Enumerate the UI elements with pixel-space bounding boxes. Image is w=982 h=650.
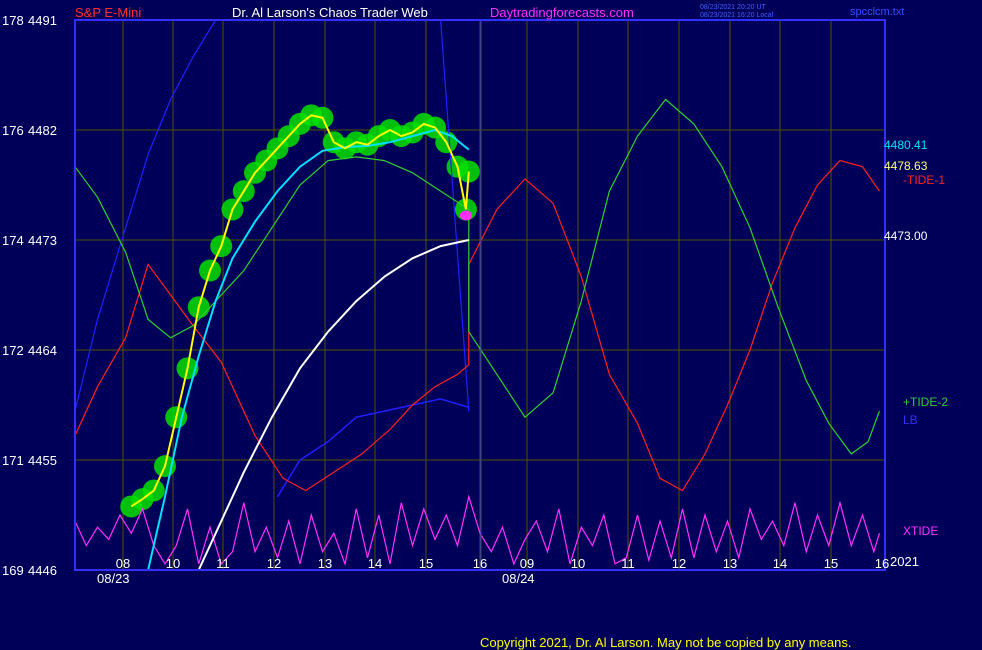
y-tick-price: 4446: [28, 563, 57, 578]
site-title: Dr. Al Larson's Chaos Trader Web: [232, 5, 428, 20]
y-tick-index: 171: [2, 453, 24, 468]
last-price-label: 4478.63: [884, 159, 928, 173]
x-tick-label: 13: [318, 556, 332, 571]
instrument-title: S&P E-Mini: [75, 5, 141, 20]
x-tick-label: 09: [520, 556, 534, 571]
y-axis-ticks: 178 4491 176 4482 174 4473 172 4464 171 4455 169 44…: [2, 13, 57, 578]
x-tick-label: 12: [267, 556, 281, 571]
y-tick-index: 172: [2, 343, 24, 358]
x-tick-label: 15: [824, 556, 838, 571]
year-label: 2021: [890, 554, 919, 569]
x-tick-label: 15: [419, 556, 433, 571]
x-tick-label: 10: [571, 556, 585, 571]
timestamp-2: 08/23/2021 16:20 Local: [700, 12, 774, 19]
x-tick-label: 08: [116, 556, 130, 571]
x-tick-label: 11: [621, 556, 635, 571]
y-tick-index: 169: [2, 563, 24, 578]
series-layer: [74, 19, 880, 571]
timestamp-1: 08/23/2021 20:20 UT: [700, 4, 766, 11]
last-cyan-label: 4480.41: [884, 138, 928, 152]
y-tick-price: 4491: [28, 13, 57, 28]
filename: spcclcm.txt: [850, 6, 904, 18]
y-tick-price: 4455: [28, 453, 57, 468]
y-tick-price: 4464: [28, 343, 57, 358]
x-tick-label: 13: [723, 556, 737, 571]
x-tick-label: 10: [166, 556, 180, 571]
chaos-trader-chart: S&P E-Mini Dr. Al Larson's Chaos Trader …: [2, 4, 948, 650]
copyright: Copyright 2021, Dr. Al Larson. May not b…: [480, 635, 851, 650]
y-tick-index: 178: [2, 13, 24, 28]
series-lb-line: [74, 19, 470, 412]
series-xtide-line: [74, 494, 880, 567]
x-tick-label: 12: [672, 556, 686, 571]
series-lb_lower-line: [276, 398, 470, 498]
price-end-marker: [459, 210, 472, 221]
date-label-2: 08/24: [502, 571, 535, 586]
series-tide2-line: [74, 98, 880, 455]
y-tick-index: 174: [2, 233, 24, 248]
last-white-label: 4473.00: [884, 229, 928, 243]
y-tick-price: 4482: [28, 123, 57, 138]
date-label-1: 08/23: [97, 571, 130, 586]
x-axis-ticks: 08 10 11 12 13 14 15 16 09 10 11 12 13 14 15 16: [116, 556, 889, 571]
x-tick-label: 14: [773, 556, 787, 571]
tide1-label: -TIDE-1: [903, 173, 945, 187]
grid-lines: [75, 20, 885, 570]
xtide-label: XTIDE: [903, 524, 938, 538]
x-tick-label: 16: [875, 556, 889, 571]
x-tick-label: 16: [473, 556, 487, 571]
y-tick-index: 176: [2, 123, 24, 138]
x-tick-label: 11: [216, 556, 230, 571]
y-tick-price: 4473: [28, 233, 57, 248]
site-url: Daytradingforecasts.com: [490, 5, 634, 20]
lb-label: LB: [903, 413, 918, 427]
tide2-label: +TIDE-2: [903, 395, 948, 409]
x-tick-label: 14: [368, 556, 382, 571]
